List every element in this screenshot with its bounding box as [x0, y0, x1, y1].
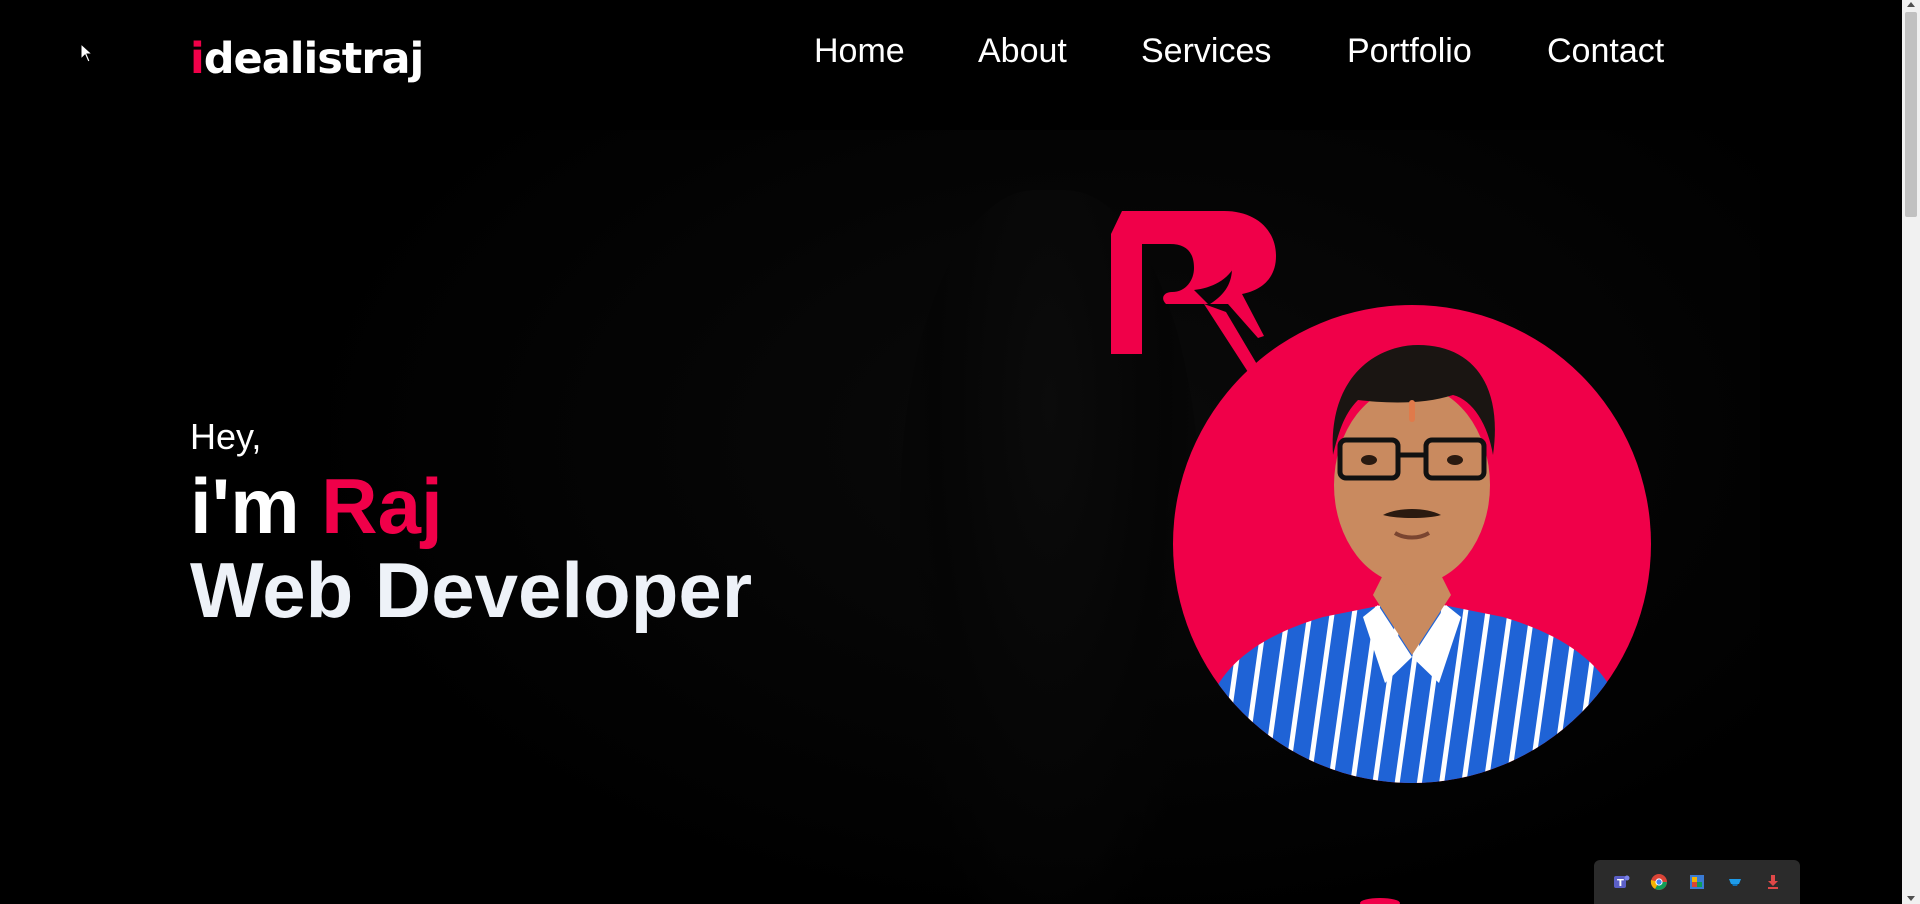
- logo-text: dealistraj: [203, 34, 425, 84]
- page-scrollbar[interactable]: [1902, 0, 1920, 904]
- nav-portfolio[interactable]: Portfolio: [1347, 32, 1472, 71]
- taskbar-tray: T: [1594, 860, 1800, 904]
- scroll-up-icon[interactable]: [1907, 2, 1915, 7]
- hero-greeting: Hey,: [190, 416, 262, 457]
- profile-portrait: [1173, 305, 1651, 783]
- next-section-accent: [1360, 898, 1400, 904]
- chrome-icon[interactable]: [1650, 873, 1668, 891]
- nav-contact[interactable]: Contact: [1547, 32, 1664, 71]
- scrollbar-thumb[interactable]: [1905, 12, 1917, 217]
- mouse-cursor-icon: [80, 43, 94, 63]
- teams-icon[interactable]: T: [1612, 873, 1630, 891]
- photos-icon[interactable]: [1688, 873, 1706, 891]
- hero-role: Web Developer: [190, 546, 753, 634]
- page: idealistraj Home About Services Portfoli…: [0, 0, 1920, 904]
- nav-services[interactable]: Services: [1141, 32, 1271, 71]
- nav-home[interactable]: Home: [814, 32, 905, 71]
- nav-about[interactable]: About: [978, 32, 1067, 71]
- site-logo[interactable]: idealistraj: [190, 34, 425, 84]
- mail-icon[interactable]: [1726, 873, 1744, 891]
- hero-name: Raj: [321, 462, 443, 550]
- hero-intro-prefix: i'm: [190, 462, 322, 550]
- svg-text:T: T: [1617, 878, 1624, 889]
- scroll-down-icon[interactable]: [1907, 896, 1915, 901]
- hero-intro: i'm Raj: [190, 466, 752, 546]
- rr-monogram-logo: [1111, 211, 1276, 372]
- hero-text: Hey, i'm Raj Web Developer: [190, 412, 752, 634]
- download-icon[interactable]: [1764, 873, 1782, 891]
- person-photo-icon: [1203, 345, 1625, 783]
- logo-accent: i: [190, 34, 205, 84]
